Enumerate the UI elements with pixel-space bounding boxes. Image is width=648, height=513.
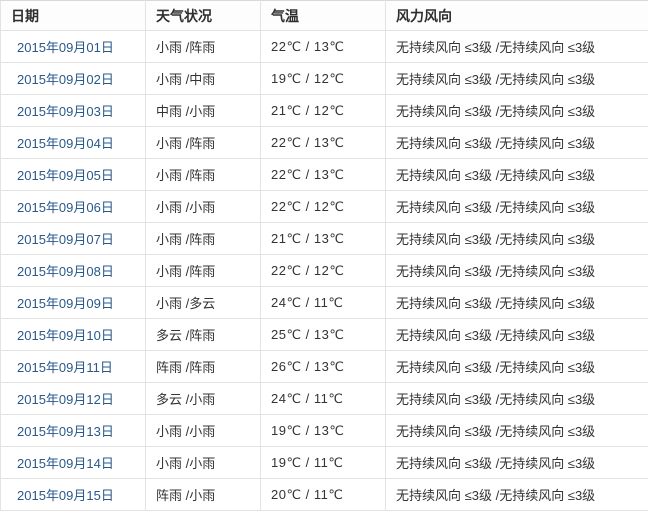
temp-cell: 20℃ / 11℃ <box>260 478 386 511</box>
date-link[interactable]: 2015年09月04日 <box>17 136 114 151</box>
date-cell: 2015年09月14日 <box>0 446 146 479</box>
date-cell: 2015年09月15日 <box>0 478 146 511</box>
table-row: 2015年09月03日 中雨 /小雨 21℃ / 12℃ 无持续风向 ≤3级 /… <box>0 94 648 127</box>
date-link[interactable]: 2015年09月10日 <box>17 328 114 343</box>
col-header-wind: 风力风向 <box>385 0 648 31</box>
date-cell: 2015年09月01日 <box>0 30 146 63</box>
temp-cell: 19℃ / 13℃ <box>260 414 386 447</box>
weather-cell: 小雨 /小雨 <box>145 414 261 447</box>
table-row: 2015年09月11日 阵雨 /阵雨 26℃ / 13℃ 无持续风向 ≤3级 /… <box>0 350 648 383</box>
wind-cell: 无持续风向 ≤3级 /无持续风向 ≤3级 <box>385 414 648 447</box>
table-row: 2015年09月15日 阵雨 /小雨 20℃ / 11℃ 无持续风向 ≤3级 /… <box>0 478 648 511</box>
weather-history-table: 日期 天气状况 气温 风力风向 2015年09月01日 小雨 /阵雨 22℃ /… <box>0 0 648 511</box>
date-cell: 2015年09月08日 <box>0 254 146 287</box>
temp-cell: 19℃ / 12℃ <box>260 62 386 95</box>
date-cell: 2015年09月06日 <box>0 190 146 223</box>
temp-cell: 24℃ / 11℃ <box>260 286 386 319</box>
wind-cell: 无持续风向 ≤3级 /无持续风向 ≤3级 <box>385 382 648 415</box>
weather-cell: 阵雨 /阵雨 <box>145 350 261 383</box>
temp-cell: 25℃ / 13℃ <box>260 318 386 351</box>
wind-cell: 无持续风向 ≤3级 /无持续风向 ≤3级 <box>385 158 648 191</box>
date-link[interactable]: 2015年09月11日 <box>17 360 113 375</box>
weather-cell: 阵雨 /小雨 <box>145 478 261 511</box>
temp-cell: 22℃ / 13℃ <box>260 158 386 191</box>
wind-cell: 无持续风向 ≤3级 /无持续风向 ≤3级 <box>385 190 648 223</box>
temp-cell: 21℃ / 13℃ <box>260 222 386 255</box>
temp-cell: 22℃ / 12℃ <box>260 254 386 287</box>
weather-cell: 小雨 /中雨 <box>145 62 261 95</box>
wind-cell: 无持续风向 ≤3级 /无持续风向 ≤3级 <box>385 62 648 95</box>
date-link[interactable]: 2015年09月05日 <box>17 168 114 183</box>
weather-cell: 小雨 /阵雨 <box>145 30 261 63</box>
weather-cell: 小雨 /阵雨 <box>145 222 261 255</box>
date-cell: 2015年09月12日 <box>0 382 146 415</box>
date-cell: 2015年09月05日 <box>0 158 146 191</box>
temp-cell: 22℃ / 13℃ <box>260 30 386 63</box>
date-link[interactable]: 2015年09月15日 <box>17 488 114 503</box>
table-row: 2015年09月13日 小雨 /小雨 19℃ / 13℃ 无持续风向 ≤3级 /… <box>0 414 648 447</box>
wind-cell: 无持续风向 ≤3级 /无持续风向 ≤3级 <box>385 222 648 255</box>
date-link[interactable]: 2015年09月07日 <box>17 232 114 247</box>
date-link[interactable]: 2015年09月14日 <box>17 456 114 471</box>
table-row: 2015年09月09日 小雨 /多云 24℃ / 11℃ 无持续风向 ≤3级 /… <box>0 286 648 319</box>
weather-cell: 多云 /小雨 <box>145 382 261 415</box>
temp-cell: 22℃ / 12℃ <box>260 190 386 223</box>
weather-cell: 小雨 /阵雨 <box>145 126 261 159</box>
date-cell: 2015年09月03日 <box>0 94 146 127</box>
weather-cell: 小雨 /小雨 <box>145 190 261 223</box>
header-row: 日期 天气状况 气温 风力风向 <box>0 0 648 31</box>
date-link[interactable]: 2015年09月08日 <box>17 264 114 279</box>
wind-cell: 无持续风向 ≤3级 /无持续风向 ≤3级 <box>385 254 648 287</box>
weather-cell: 小雨 /小雨 <box>145 446 261 479</box>
date-link[interactable]: 2015年09月02日 <box>17 72 114 87</box>
table-row: 2015年09月04日 小雨 /阵雨 22℃ / 13℃ 无持续风向 ≤3级 /… <box>0 126 648 159</box>
date-cell: 2015年09月13日 <box>0 414 146 447</box>
table-row: 2015年09月07日 小雨 /阵雨 21℃ / 13℃ 无持续风向 ≤3级 /… <box>0 222 648 255</box>
wind-cell: 无持续风向 ≤3级 /无持续风向 ≤3级 <box>385 94 648 127</box>
table-row: 2015年09月06日 小雨 /小雨 22℃ / 12℃ 无持续风向 ≤3级 /… <box>0 190 648 223</box>
wind-cell: 无持续风向 ≤3级 /无持续风向 ≤3级 <box>385 286 648 319</box>
date-cell: 2015年09月09日 <box>0 286 146 319</box>
wind-cell: 无持续风向 ≤3级 /无持续风向 ≤3级 <box>385 318 648 351</box>
date-cell: 2015年09月10日 <box>0 318 146 351</box>
weather-cell: 小雨 /多云 <box>145 286 261 319</box>
date-link[interactable]: 2015年09月13日 <box>17 424 114 439</box>
weather-cell: 小雨 /阵雨 <box>145 254 261 287</box>
temp-cell: 21℃ / 12℃ <box>260 94 386 127</box>
wind-cell: 无持续风向 ≤3级 /无持续风向 ≤3级 <box>385 126 648 159</box>
table-row: 2015年09月01日 小雨 /阵雨 22℃ / 13℃ 无持续风向 ≤3级 /… <box>0 30 648 63</box>
date-link[interactable]: 2015年09月03日 <box>17 104 114 119</box>
date-cell: 2015年09月02日 <box>0 62 146 95</box>
date-link[interactable]: 2015年09月12日 <box>17 392 114 407</box>
wind-cell: 无持续风向 ≤3级 /无持续风向 ≤3级 <box>385 350 648 383</box>
date-link[interactable]: 2015年09月01日 <box>17 40 114 55</box>
col-header-date: 日期 <box>0 0 146 31</box>
table-header: 日期 天气状况 气温 风力风向 <box>0 0 648 31</box>
weather-cell: 多云 /阵雨 <box>145 318 261 351</box>
table-row: 2015年09月05日 小雨 /阵雨 22℃ / 13℃ 无持续风向 ≤3级 /… <box>0 158 648 191</box>
table-row: 2015年09月08日 小雨 /阵雨 22℃ / 12℃ 无持续风向 ≤3级 /… <box>0 254 648 287</box>
weather-cell: 中雨 /小雨 <box>145 94 261 127</box>
date-cell: 2015年09月11日 <box>0 350 146 383</box>
date-cell: 2015年09月04日 <box>0 126 146 159</box>
table-row: 2015年09月02日 小雨 /中雨 19℃ / 12℃ 无持续风向 ≤3级 /… <box>0 62 648 95</box>
wind-cell: 无持续风向 ≤3级 /无持续风向 ≤3级 <box>385 446 648 479</box>
date-cell: 2015年09月07日 <box>0 222 146 255</box>
temp-cell: 26℃ / 13℃ <box>260 350 386 383</box>
temp-cell: 19℃ / 11℃ <box>260 446 386 479</box>
weather-cell: 小雨 /阵雨 <box>145 158 261 191</box>
col-header-weather: 天气状况 <box>145 0 261 31</box>
wind-cell: 无持续风向 ≤3级 /无持续风向 ≤3级 <box>385 30 648 63</box>
table-body: 2015年09月01日 小雨 /阵雨 22℃ / 13℃ 无持续风向 ≤3级 /… <box>0 30 648 511</box>
temp-cell: 24℃ / 11℃ <box>260 382 386 415</box>
temp-cell: 22℃ / 13℃ <box>260 126 386 159</box>
col-header-temp: 气温 <box>260 0 386 31</box>
table-row: 2015年09月14日 小雨 /小雨 19℃ / 11℃ 无持续风向 ≤3级 /… <box>0 446 648 479</box>
table-row: 2015年09月12日 多云 /小雨 24℃ / 11℃ 无持续风向 ≤3级 /… <box>0 382 648 415</box>
date-link[interactable]: 2015年09月06日 <box>17 200 114 215</box>
date-link[interactable]: 2015年09月09日 <box>17 296 114 311</box>
table-row: 2015年09月10日 多云 /阵雨 25℃ / 13℃ 无持续风向 ≤3级 /… <box>0 318 648 351</box>
wind-cell: 无持续风向 ≤3级 /无持续风向 ≤3级 <box>385 478 648 511</box>
